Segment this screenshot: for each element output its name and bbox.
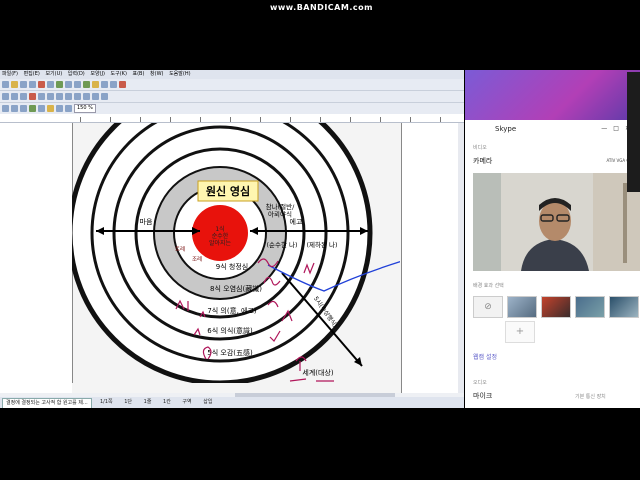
style-icon[interactable] [2, 105, 9, 112]
menu-format[interactable]: 모양(J) [90, 71, 105, 77]
label-pure-self: (순수한 나) [266, 240, 297, 249]
label-small1: 토례 [175, 245, 185, 253]
document-tab[interactable]: 결정에 결정되는 고사적 합 원고를 제... [2, 398, 92, 408]
skype-title: Skype [495, 125, 517, 133]
hwp-editor-window: 파일(F) 편집(E) 보기(U) 입력(D) 모양(J) 도구(K) 표(B)… [0, 70, 464, 408]
find-icon[interactable] [110, 81, 117, 88]
diagram-title: 원신 영심 [206, 184, 250, 198]
camera-label: 카메라 [473, 157, 493, 165]
background-option-1[interactable] [507, 296, 537, 318]
bullet-icon[interactable] [92, 93, 99, 100]
number-icon[interactable] [101, 93, 108, 100]
new-icon[interactable] [2, 81, 9, 88]
menu-file[interactable]: 파일(F) [2, 71, 18, 77]
menu-help[interactable]: 도움말(H) [169, 71, 190, 77]
cut-icon[interactable] [38, 81, 45, 88]
recorder-watermark: www.BANDICAM.com [270, 3, 373, 12]
horizontal-ruler [0, 114, 464, 123]
spell-icon[interactable] [119, 81, 126, 88]
skype-header-gradient [465, 70, 640, 120]
table-border-icon[interactable] [65, 105, 72, 112]
char-shape-icon[interactable] [29, 105, 36, 112]
label-small2: 조례 [192, 255, 202, 263]
label-ring8: 8식 오염심(藏識) [210, 284, 262, 293]
highlight-icon[interactable] [47, 105, 54, 112]
italic-icon[interactable] [11, 93, 18, 100]
size-icon[interactable] [20, 105, 27, 112]
background-option-4[interactable] [609, 296, 639, 318]
underline-icon[interactable] [20, 93, 27, 100]
add-background-icon[interactable]: + [505, 321, 535, 343]
label-ring9: 9식 청정심 [216, 262, 248, 271]
status-bar: 결정에 결정되는 고사적 합 원고를 제... 1/1쪽 1단 1줄 1칸 구역… [0, 397, 464, 408]
vertical-scrollbar[interactable] [458, 123, 464, 393]
background-option-3[interactable] [575, 296, 605, 318]
save-icon[interactable] [20, 81, 27, 88]
undo-icon[interactable] [65, 81, 72, 88]
label-ring6: 6식 의식(意識) [207, 326, 253, 335]
bold-icon[interactable] [2, 93, 9, 100]
copy-icon[interactable] [47, 81, 54, 88]
align-center-icon[interactable] [47, 93, 54, 100]
draw-icon[interactable] [56, 105, 63, 112]
label-ring5: 5식 오감(五感) [207, 348, 253, 357]
indent-icon[interactable] [74, 93, 81, 100]
print-icon[interactable] [29, 81, 36, 88]
mic-label: 마이크 [473, 392, 493, 400]
status-insert[interactable]: 삽입 [203, 399, 212, 405]
menu-bar: 파일(F) 편집(E) 보기(U) 입력(D) 모양(J) 도구(K) 표(B)… [0, 70, 464, 79]
redo-icon[interactable] [74, 81, 81, 88]
side-toolbar [627, 72, 640, 192]
image-icon[interactable] [92, 81, 99, 88]
label-mind: 마음 [140, 217, 153, 226]
toolbar-1 [0, 79, 464, 91]
page-bottom [72, 383, 400, 393]
bg-effects-label: 배경 효과 선택 [473, 283, 504, 289]
label-limited-self: (제하된 나) [306, 240, 337, 249]
menu-table[interactable]: 표(B) [133, 71, 145, 77]
status-section: 1단 [124, 399, 133, 405]
section-audio: 오디오 [473, 380, 487, 386]
webcam-settings-link[interactable]: 웹캠 설정 [473, 352, 497, 361]
page-margin [0, 123, 73, 393]
paste-icon[interactable] [56, 81, 63, 88]
outdent-icon[interactable] [83, 93, 90, 100]
shape-icon[interactable] [101, 81, 108, 88]
status-col: 1칸 [163, 399, 171, 405]
menu-view[interactable]: 보기(U) [45, 71, 62, 77]
label-world: 세계(대상) [302, 368, 333, 377]
align-right-icon[interactable] [56, 93, 63, 100]
font-icon[interactable] [11, 105, 18, 112]
table-icon[interactable] [83, 81, 90, 88]
color-icon[interactable] [29, 93, 36, 100]
toolbar-2 [0, 91, 464, 103]
zoom-select[interactable]: 150 % [74, 104, 96, 113]
menu-insert[interactable]: 입력(D) [68, 71, 85, 77]
label-true-self: 참나(절반/아뢰야식 [266, 202, 295, 218]
background-options: ⊘ [473, 296, 639, 318]
menu-window[interactable]: 창(W) [150, 71, 163, 77]
section-video: 비디오 [473, 145, 487, 151]
menu-edit[interactable]: 편집(E) [24, 71, 40, 77]
align-left-icon[interactable] [38, 93, 45, 100]
status-page: 1/1쪽 [100, 399, 113, 405]
status-mode: 구역 [182, 399, 192, 405]
document-canvas[interactable]: 원신 영심 1식 순수한 알아지는 마음 에고 참나(절반/아뢰야식 (순수한 나)… [0, 123, 458, 393]
webcam-preview [473, 173, 640, 271]
consciousness-diagram[interactable]: 원신 영심 1식 순수한 알아지는 마음 에고 참나(절반/아뢰야식 (순수한 나)… [72, 123, 400, 393]
skype-settings-window: Skype —□✕ 비디오 카메라 ATIV VGA Came 배경 효과 선택… [465, 70, 640, 408]
label-ring7: 7식 의(意, 에고) [207, 306, 257, 315]
open-icon[interactable] [11, 81, 18, 88]
menu-tools[interactable]: 도구(K) [111, 71, 127, 77]
mic-select[interactable]: 기본 통신 장치 [575, 393, 606, 400]
line-spacing-icon[interactable] [65, 93, 72, 100]
no-background-icon[interactable]: ⊘ [473, 296, 503, 318]
background-option-2[interactable] [541, 296, 571, 318]
status-line: 1줄 [143, 399, 152, 405]
para-shape-icon[interactable] [38, 105, 45, 112]
